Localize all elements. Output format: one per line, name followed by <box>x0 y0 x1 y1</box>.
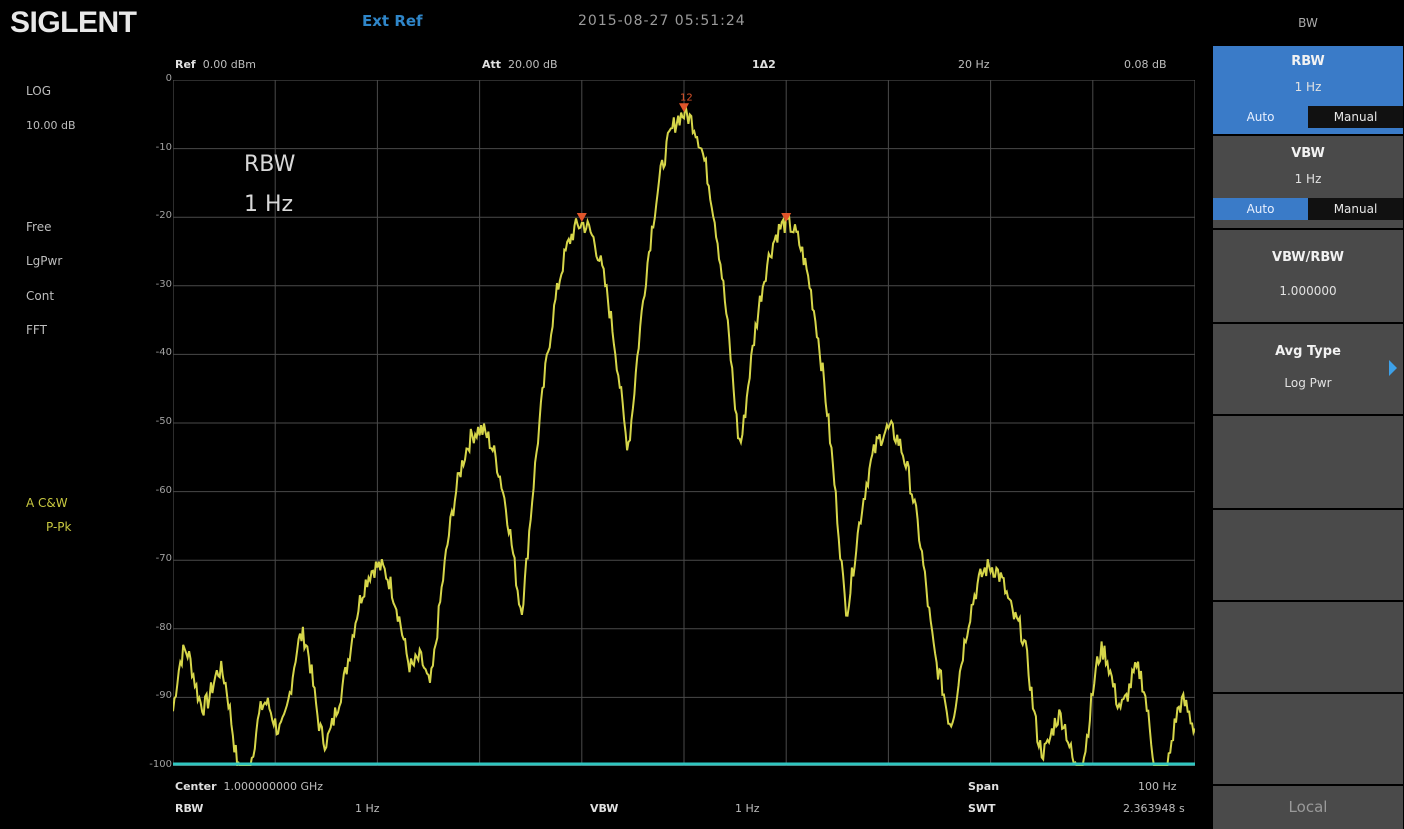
rbw-manual-option[interactable]: Manual <box>1308 106 1403 128</box>
ext-ref-indicator: Ext Ref <box>362 12 423 30</box>
y-tick-label: -20 <box>155 210 172 222</box>
avg-type-softkey-value: Log Pwr <box>1284 376 1332 390</box>
rbw-footer-value: 1 Hz <box>355 802 380 815</box>
span-value: 100 Hz <box>1138 780 1177 793</box>
delta-marker-freq: 20 Hz <box>958 58 990 71</box>
y-tick-label: -80 <box>155 621 172 633</box>
datetime: 2015-08-27 05:51:24 <box>578 13 746 29</box>
detector-label: P-Pk <box>46 520 72 534</box>
rbw-overlay-label: RBW <box>244 152 296 177</box>
rbw-footer-label: RBW <box>175 802 204 815</box>
vbw-footer-label: VBW <box>590 802 619 815</box>
vbw-rbw-softkey-value: 1.000000 <box>1279 284 1337 298</box>
delta-marker-label: 1Δ2 <box>752 58 776 71</box>
y-tick-label: -70 <box>155 553 172 565</box>
scale-div: 10.00 dB <box>26 119 76 132</box>
local-softkey-label: Local <box>1288 798 1328 816</box>
sweep-mode: Cont <box>26 289 55 303</box>
rbw-softkey-label: RBW <box>1291 54 1325 69</box>
y-tick-label: -50 <box>155 416 172 427</box>
center-frequency: Center 1.000000000 GHz <box>175 780 324 793</box>
sweep-type: FFT <box>26 323 47 337</box>
empty-softkey-7[interactable] <box>1213 602 1403 694</box>
empty-softkey-5[interactable] <box>1213 416 1403 510</box>
spectrum-plot[interactable]: 12 <box>173 80 1195 766</box>
vbw-footer-value: 1 Hz <box>735 802 760 815</box>
empty-softkey-8[interactable] <box>1213 694 1403 786</box>
y-tick-label: -10 <box>155 141 172 153</box>
rbw-softkey-value: 1 Hz <box>1294 80 1322 94</box>
span-label: Span <box>968 780 1000 793</box>
trace-label: A C&W <box>26 496 68 510</box>
y-tick-label: -40 <box>155 347 172 359</box>
avg-type-softkey-label: Avg Type <box>1275 344 1341 359</box>
y-tick-label: 0 <box>165 73 172 84</box>
vbw-rbw-softkey[interactable]: VBW/RBW 1.000000 <box>1213 230 1403 324</box>
empty-softkey-6[interactable] <box>1213 510 1403 602</box>
vbw-auto-option[interactable]: Auto <box>1213 198 1308 220</box>
local-softkey[interactable]: Local <box>1213 786 1403 829</box>
rbw-auto-manual-toggle[interactable]: Auto Manual <box>1213 106 1403 128</box>
submenu-arrow-icon <box>1389 360 1397 376</box>
rbw-overlay-value: 1 Hz <box>244 192 294 217</box>
y-tick-label: -60 <box>155 484 172 496</box>
y-tick-label: -30 <box>155 278 172 290</box>
vbw-manual-option[interactable]: Manual <box>1308 198 1403 220</box>
vbw-auto-manual-toggle[interactable]: Auto Manual <box>1213 198 1403 220</box>
avg-type-softkey[interactable]: Avg Type Log Pwr <box>1213 324 1403 416</box>
menu-title: BW <box>1298 16 1318 30</box>
swt-label: SWT <box>968 802 996 815</box>
rbw-auto-option[interactable]: Auto <box>1213 106 1308 128</box>
y-tick-label: -100 <box>149 759 172 770</box>
siglent-logo: SIGLENT <box>10 6 137 39</box>
swt-value: 2.363948 s <box>1123 802 1185 815</box>
rbw-softkey[interactable]: RBW 1 Hz Auto Manual <box>1213 46 1403 136</box>
vbw-softkey-label: VBW <box>1291 146 1325 161</box>
trigger-mode: Free <box>26 220 52 234</box>
y-tick-label: -90 <box>155 690 172 702</box>
marker-label: 12 <box>680 92 693 103</box>
vbw-rbw-softkey-label: VBW/RBW <box>1272 250 1344 265</box>
vbw-softkey[interactable]: VBW 1 Hz Auto Manual <box>1213 136 1403 230</box>
delta-marker-level: 0.08 dB <box>1124 58 1167 71</box>
avg-type-indicator: LgPwr <box>26 254 63 268</box>
attenuation: Att 20.00 dB <box>482 58 558 71</box>
ref-level: Ref 0.00 dBm <box>175 58 256 71</box>
vbw-softkey-value: 1 Hz <box>1294 172 1322 186</box>
scale-mode: LOG <box>26 84 52 98</box>
